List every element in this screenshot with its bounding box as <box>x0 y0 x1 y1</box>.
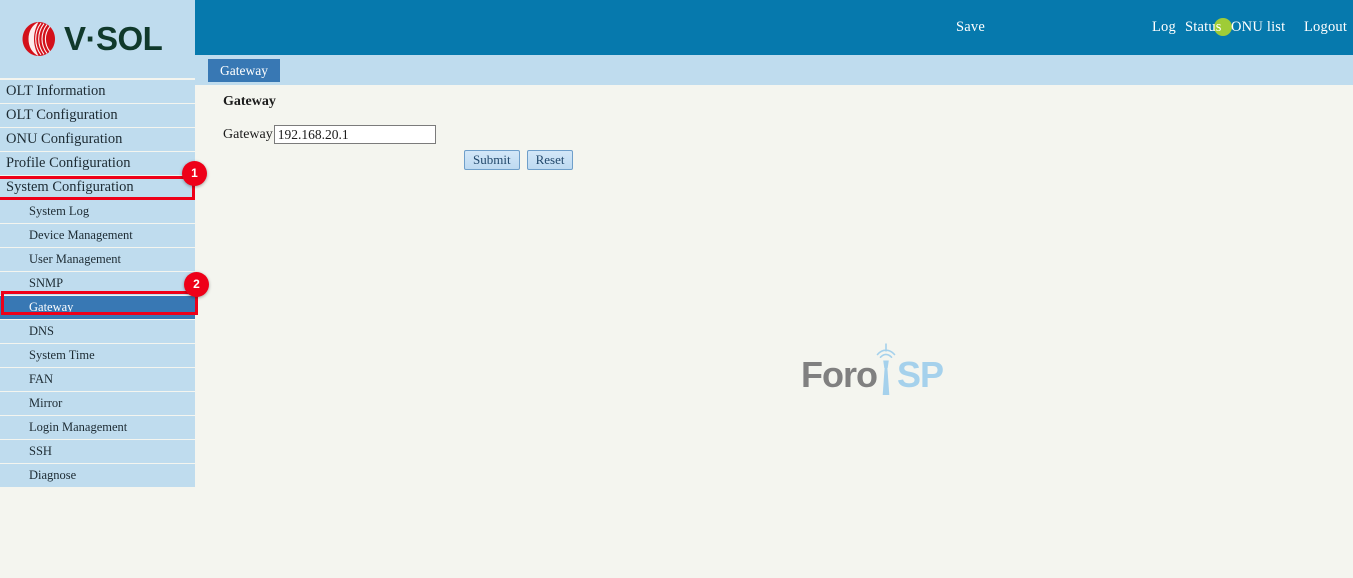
sidebar-item-label: DNS <box>29 324 55 338</box>
sidebar-item-ssh[interactable]: SSH <box>0 440 195 463</box>
reset-button[interactable]: Reset <box>526 150 574 170</box>
sidebar-item-label: Gateway <box>29 300 74 314</box>
logout-link[interactable]: Logout <box>1304 19 1347 35</box>
gateway-input[interactable] <box>273 125 436 144</box>
save-button[interactable]: Save <box>956 19 985 35</box>
sidebar-item-onu-configuration[interactable]: ONU Configuration <box>0 128 195 151</box>
sidebar-item-label: ONU Configuration <box>6 131 123 147</box>
sidebar-item-label: System Time <box>29 348 95 362</box>
antenna-tower-icon <box>873 343 899 400</box>
vsol-swirl-icon <box>19 18 61 60</box>
sidebar-item-user-management[interactable]: User Management <box>0 248 195 271</box>
sidebar-item-label: Device Management <box>29 228 133 242</box>
sidebar-item-gateway[interactable]: Gateway <box>0 296 195 319</box>
sidebar-item-label: System Configuration <box>6 179 134 195</box>
application-window: V·SOL Save Log Status ONU list Logout Ga… <box>0 0 1353 578</box>
tab-band: Gateway <box>195 55 1353 85</box>
sidebar-item-label: Profile Configuration <box>6 155 131 171</box>
sidebar-item-label: OLT Information <box>6 83 106 99</box>
sidebar-item-mirror[interactable]: Mirror <box>0 392 195 415</box>
sidebar-item-label: Login Management <box>29 420 128 434</box>
sidebar-item-olt-configuration[interactable]: OLT Configuration <box>0 104 195 127</box>
page-title: Gateway <box>223 94 276 109</box>
status-link[interactable]: Status <box>1185 19 1222 35</box>
sidebar-item-olt-information[interactable]: OLT Information <box>0 80 195 103</box>
sidebar-item-label: OLT Configuration <box>6 107 118 123</box>
header-bar: Save Log Status ONU list Logout <box>195 0 1353 55</box>
sidebar-item-dns[interactable]: DNS <box>0 320 195 343</box>
sidebar-nav: OLT Information OLT Configuration ONU Conf… <box>0 80 195 488</box>
sidebar-item-label: SNMP <box>29 276 64 290</box>
sidebar-item-label: SSH <box>29 444 52 458</box>
sidebar-item-fan[interactable]: FAN <box>0 368 195 391</box>
sidebar-item-diagnose[interactable]: Diagnose <box>0 464 195 487</box>
brand-logo-panel: V·SOL <box>0 0 195 78</box>
sidebar-item-system-time[interactable]: System Time <box>0 344 195 367</box>
foroisp-watermark: Foro SP <box>801 343 944 395</box>
onu-list-link[interactable]: ONU list <box>1231 19 1285 35</box>
watermark-text-sp: SP <box>897 354 944 395</box>
watermark-text-foro: Foro <box>801 354 878 395</box>
submit-button[interactable]: Submit <box>464 150 520 170</box>
sidebar-item-label: System Log <box>29 204 90 218</box>
sidebar-item-label: Diagnose <box>29 468 77 482</box>
sidebar-item-device-management[interactable]: Device Management <box>0 224 195 247</box>
gateway-form-row: Gateway <box>223 125 436 144</box>
brand-name: V·SOL <box>64 20 163 57</box>
sidebar-item-label: Mirror <box>29 396 63 410</box>
sidebar-item-profile-configuration[interactable]: Profile Configuration <box>0 152 195 175</box>
sidebar-item-login-management[interactable]: Login Management <box>0 416 195 439</box>
gateway-field-label: Gateway <box>223 127 273 142</box>
sidebar-item-label: User Management <box>29 252 121 266</box>
log-link[interactable]: Log <box>1152 19 1176 35</box>
sidebar-item-system-configuration[interactable]: System Configuration <box>0 176 195 199</box>
form-actions: Submit Reset <box>464 150 574 170</box>
sidebar-item-snmp[interactable]: SNMP <box>0 272 195 295</box>
sidebar-item-system-log[interactable]: System Log <box>0 200 195 223</box>
sidebar-item-label: FAN <box>29 372 54 386</box>
tab-gateway[interactable]: Gateway <box>208 59 280 82</box>
content-area: Gateway Gateway Submit Reset <box>195 85 1353 578</box>
